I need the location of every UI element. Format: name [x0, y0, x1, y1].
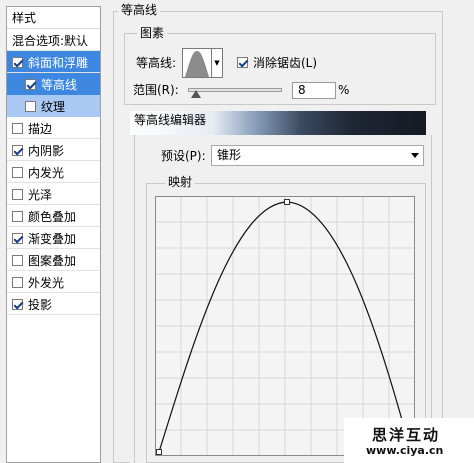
curve-point-start[interactable] — [156, 449, 162, 455]
style-item[interactable]: 描边 — [7, 117, 100, 139]
style-item-checkbox[interactable] — [12, 298, 23, 310]
style-item-checkbox[interactable] — [12, 188, 23, 200]
style-item-checkbox[interactable] — [12, 122, 23, 134]
style-item-checkbox-wrap — [12, 232, 23, 244]
watermark-url: www.ciya.cn — [366, 444, 444, 457]
mapping-group-title: 映射 — [165, 176, 196, 189]
style-item-checkbox[interactable] — [12, 166, 23, 178]
style-item[interactable]: 光泽 — [7, 183, 100, 205]
style-item-checkbox[interactable] — [25, 100, 36, 112]
blending-options-item[interactable]: 混合选项:默认 — [7, 29, 100, 51]
style-item-label: 渐变叠加 — [28, 231, 77, 246]
curve-point-peak[interactable] — [284, 199, 290, 205]
style-item-label: 颜色叠加 — [28, 209, 77, 224]
style-item-checkbox-wrap — [25, 100, 36, 112]
styles-header: 样式 — [7, 7, 100, 29]
anti-alias-checkbox[interactable] — [237, 57, 248, 68]
style-item[interactable]: 颜色叠加 — [7, 205, 100, 227]
style-item-label: 光泽 — [28, 187, 53, 202]
anti-alias-label: 消除锯齿(L) — [253, 56, 318, 70]
range-slider-track[interactable] — [188, 88, 282, 92]
style-item[interactable]: 图案叠加 — [7, 249, 100, 271]
range-label: 范围(R): — [133, 83, 179, 97]
preset-label: 预设(P): — [161, 149, 206, 163]
range-unit: % — [338, 83, 350, 97]
style-item[interactable]: 等高线 — [7, 73, 100, 95]
contour-dropdown-button[interactable]: ▼ — [212, 48, 223, 78]
chevron-down-icon: ▼ — [214, 59, 220, 67]
style-item-label: 外发光 — [28, 275, 65, 290]
preset-value: 锥形 — [217, 148, 242, 162]
style-item[interactable]: 内发光 — [7, 161, 100, 183]
elements-group-title: 图素 — [137, 27, 168, 40]
contour-editor-title: 等高线编辑器 — [130, 111, 426, 135]
style-item-label: 等高线 — [41, 77, 78, 92]
style-item-label: 混合选项:默认 — [12, 33, 89, 48]
style-item-label: 内发光 — [28, 165, 65, 180]
contour-label: 等高线: — [136, 56, 177, 70]
style-item-checkbox[interactable] — [12, 276, 23, 288]
style-item-label: 样式 — [12, 11, 37, 25]
style-item-divider — [7, 314, 100, 315]
style-item-label: 描边 — [28, 121, 53, 136]
style-item-checkbox-wrap — [12, 144, 23, 156]
style-item-checkbox[interactable] — [25, 78, 36, 90]
chevron-down-icon — [411, 153, 419, 158]
style-item[interactable]: 投影 — [7, 293, 100, 315]
preset-select[interactable]: 锥形 — [211, 145, 424, 166]
style-item-checkbox[interactable] — [12, 144, 23, 156]
style-item-checkbox-wrap — [12, 188, 23, 200]
style-item-checkbox-wrap — [12, 166, 23, 178]
style-item-checkbox-wrap — [12, 254, 23, 266]
style-item-label: 图案叠加 — [28, 253, 77, 268]
style-item-checkbox-wrap — [12, 56, 23, 68]
watermark-name: 思洋互动 — [372, 426, 441, 444]
style-item[interactable]: 纹理 — [7, 95, 100, 117]
style-item-checkbox[interactable] — [12, 254, 23, 266]
range-slider-thumb[interactable] — [190, 90, 201, 98]
style-item[interactable]: 内阴影 — [7, 139, 100, 161]
styles-list: 样式混合选项:默认斜面和浮雕等高线纹理描边内阴影内发光光泽颜色叠加渐变叠加图案叠… — [6, 6, 101, 463]
style-item-label: 投影 — [28, 297, 53, 312]
style-item-checkbox[interactable] — [12, 232, 23, 244]
contour-thumbnail-icon — [185, 51, 209, 77]
style-item-checkbox-wrap — [25, 78, 36, 90]
range-input[interactable]: 8 — [292, 82, 336, 99]
style-item-checkbox-wrap — [12, 298, 23, 310]
style-item[interactable]: 斜面和浮雕 — [7, 51, 100, 73]
style-item-label: 内阴影 — [28, 143, 65, 158]
style-item[interactable]: 渐变叠加 — [7, 227, 100, 249]
style-item-checkbox-wrap — [12, 122, 23, 134]
style-item-label: 斜面和浮雕 — [28, 55, 89, 70]
contour-curve-graph[interactable] — [155, 196, 415, 456]
contour-thumbnail[interactable] — [182, 48, 212, 78]
style-item-checkbox[interactable] — [12, 56, 23, 68]
style-item-checkbox[interactable] — [12, 210, 23, 222]
style-item-label: 纹理 — [41, 99, 66, 114]
style-item[interactable]: 外发光 — [7, 271, 100, 293]
contour-group-title: 等高线 — [118, 4, 161, 17]
style-item-checkbox-wrap — [12, 276, 23, 288]
style-item-checkbox-wrap — [12, 210, 23, 222]
